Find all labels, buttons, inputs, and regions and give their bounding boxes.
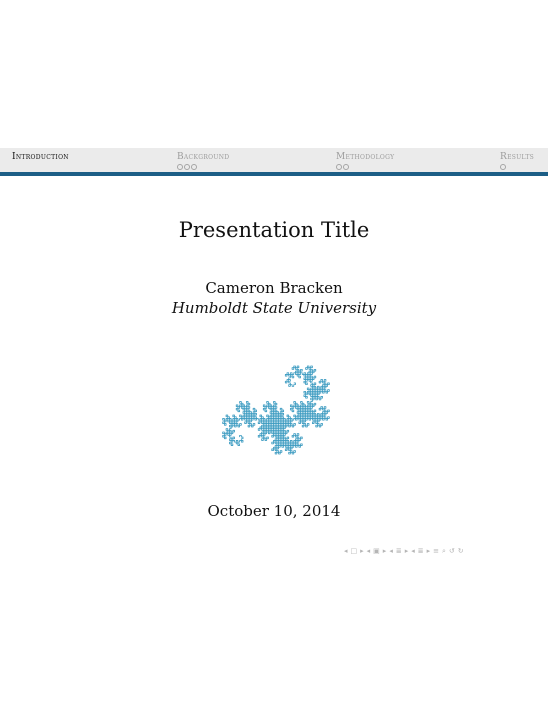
nav-section-label: Background	[177, 152, 230, 162]
section-icon[interactable]: ≣	[396, 546, 402, 556]
slide-title: Presentation Title	[178, 218, 370, 242]
section-forward-icon[interactable]: ▸	[405, 546, 409, 556]
nav-section-dots	[500, 164, 534, 172]
subsection-back-icon[interactable]: ◂	[367, 546, 371, 556]
frame-dot-icon[interactable]	[336, 164, 342, 170]
slide-institute: Humboldt State University	[171, 299, 377, 317]
frame-dot-icon[interactable]	[191, 164, 197, 170]
frame-dot-icon[interactable]	[177, 164, 183, 170]
slide-author: Cameron Bracken	[205, 279, 343, 297]
nav-section-results[interactable]: Results	[500, 152, 534, 172]
navigation-divider-rule	[0, 172, 548, 176]
nav-section-label: Methodology	[336, 152, 395, 162]
frame-back-icon[interactable]: ◂	[344, 546, 348, 556]
frame-dot-icon[interactable]	[500, 164, 506, 170]
subsection-forward-icon[interactable]: ▸	[383, 546, 387, 556]
nav-section-label: Introduction	[12, 152, 69, 162]
nav-section-label: Results	[500, 152, 535, 162]
dragon-curve-logo-icon	[222, 365, 330, 455]
redo-icon[interactable]: ↻	[458, 546, 464, 556]
nav-section-dots	[177, 164, 229, 172]
appendix-icon[interactable]: ≡	[433, 546, 439, 556]
frame-icon[interactable]: □	[351, 546, 358, 556]
nav-section-dots	[336, 164, 394, 172]
frame-forward-icon[interactable]: ▸	[360, 546, 364, 556]
beamer-navigation-controls: ◂ □ ▸ ◂ ▣ ▸ ◂ ≣ ▸ ◂ ≣ ▸ ≡ ⌕ ↺ ↻	[344, 546, 464, 556]
section-back-icon[interactable]: ◂	[389, 546, 393, 556]
section-navigation-bar	[0, 148, 548, 172]
nav-section-methodology[interactable]: Methodology	[336, 152, 394, 172]
nav-section-dots	[12, 164, 69, 172]
slide-date: October 10, 2014	[207, 502, 341, 520]
presentation-back-icon[interactable]: ◂	[411, 546, 415, 556]
frame-dot-icon[interactable]	[184, 164, 190, 170]
subsection-icon[interactable]: ▣	[373, 546, 380, 556]
presentation-icon[interactable]: ≣	[418, 546, 424, 556]
search-icon[interactable]: ⌕	[442, 546, 446, 556]
presentation-forward-icon[interactable]: ▸	[427, 546, 431, 556]
undo-icon[interactable]: ↺	[449, 546, 455, 556]
nav-section-background[interactable]: Background	[177, 152, 229, 172]
nav-section-introduction[interactable]: Introduction	[12, 152, 69, 172]
frame-dot-icon[interactable]	[343, 164, 349, 170]
dragon-curve-path	[222, 365, 330, 455]
